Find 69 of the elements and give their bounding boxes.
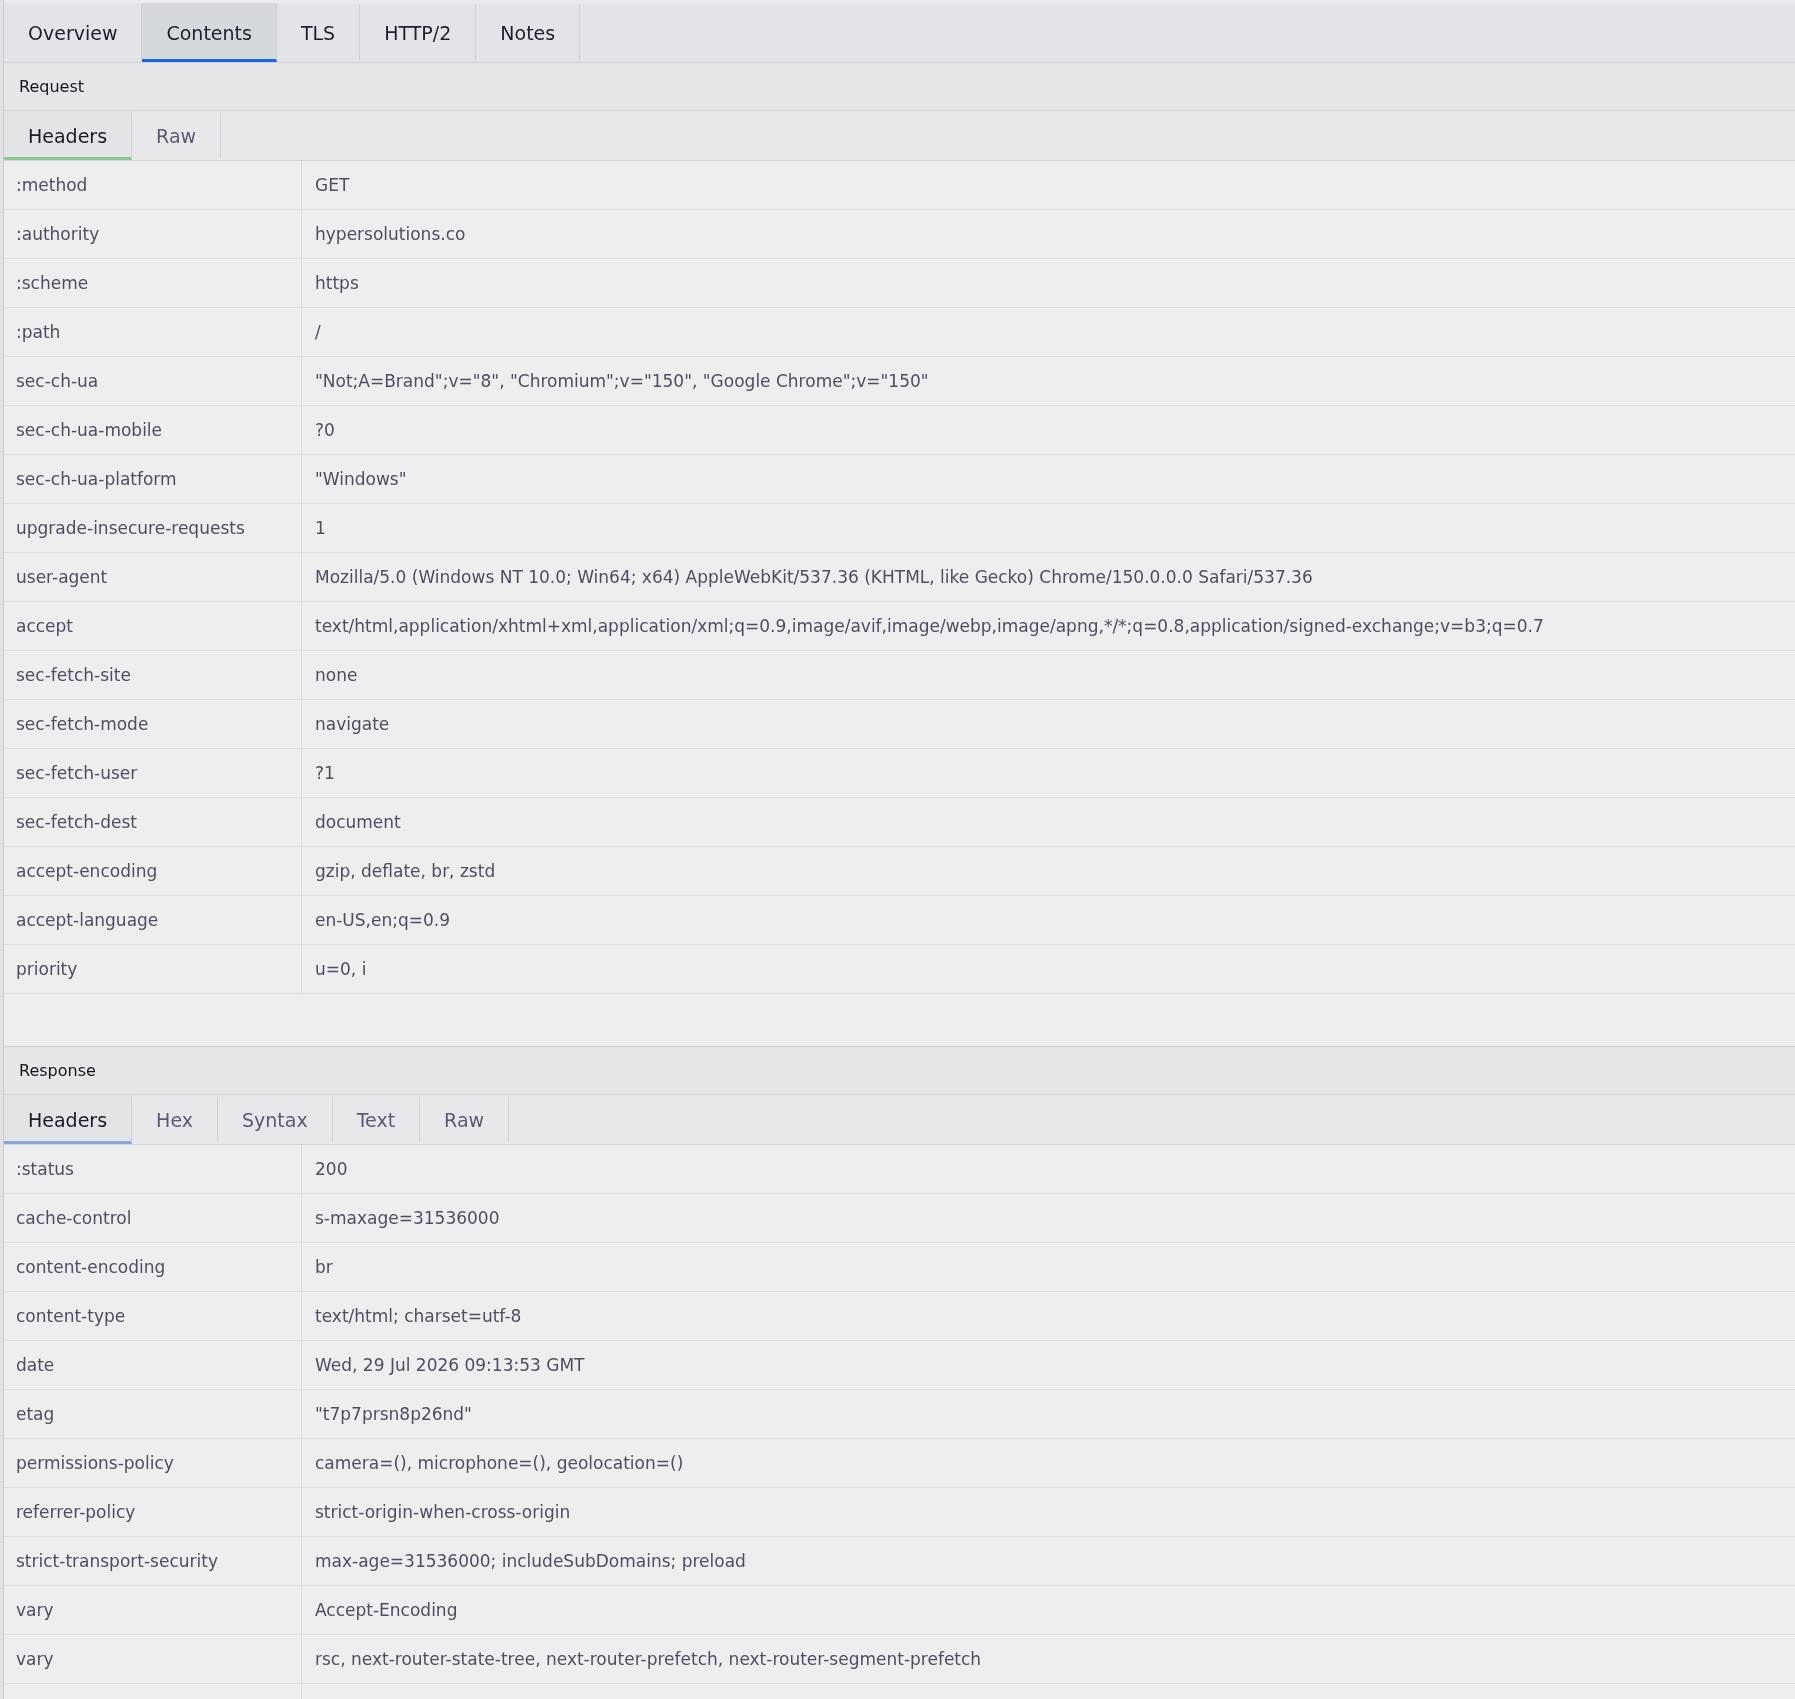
header-name: etag [16, 1404, 55, 1424]
header-value: text/html; charset=utf-8 [315, 1306, 522, 1326]
header-name: vary [16, 1649, 54, 1669]
header-value: 1 [315, 518, 326, 538]
header-name: accept-encoding [16, 861, 158, 881]
header-name: user-agent [16, 567, 108, 587]
header-value: max-age=31536000; includeSubDomains; preload [315, 1551, 746, 1571]
header-value: Accept-Encoding [315, 1600, 458, 1620]
header-name: priority [16, 959, 78, 979]
header-name: cache-control [16, 1208, 132, 1228]
sub-tab[interactable]: Raw [132, 111, 222, 160]
header-value: Wed, 29 Jul 2026 09:13:53 GMT [315, 1355, 585, 1375]
header-name: :method [16, 175, 88, 195]
header-name: accept-language [16, 910, 159, 930]
header-value: ?1 [315, 763, 335, 783]
sub-tab[interactable]: Hex [132, 1095, 218, 1144]
header-value: / [315, 322, 321, 342]
sub-tab[interactable]: Syntax [218, 1095, 333, 1144]
header-value: "t7p7prsn8p26nd" [315, 1404, 472, 1424]
header-name: sec-ch-ua-mobile [16, 420, 163, 440]
header-name: accept [16, 616, 74, 636]
section-title: Request [4, 63, 1795, 111]
header-value: GET [315, 175, 350, 195]
header-value: document [315, 812, 401, 832]
header-value: u=0, i [315, 959, 367, 979]
tab[interactable]: Notes [476, 3, 581, 62]
header-value: s-maxage=31536000 [315, 1208, 500, 1228]
header-value: "Windows" [315, 469, 407, 489]
sub-tab[interactable]: Headers [4, 1095, 133, 1144]
header-value: hypersolutions.co [315, 224, 466, 244]
sub-tab[interactable]: Headers [4, 111, 133, 160]
header-name: content-encoding [16, 1257, 166, 1277]
header-value: gzip, deflate, br, zstd [315, 861, 496, 881]
header-name: :scheme [16, 273, 89, 293]
header-name: sec-ch-ua [16, 371, 99, 391]
header-name: upgrade-insecure-requests [16, 518, 245, 538]
header-name: :status [16, 1159, 74, 1179]
header-name: permissions-policy [16, 1453, 174, 1473]
header-value: en-US,en;q=0.9 [315, 910, 451, 930]
tab[interactable]: HTTP/2 [360, 3, 477, 62]
header-value: 200 [315, 1159, 348, 1179]
header-value: ?0 [315, 420, 335, 440]
header-value: navigate [315, 714, 390, 734]
header-name: sec-fetch-site [16, 665, 131, 685]
header-name: sec-ch-ua-platform [16, 469, 177, 489]
header-value: strict-origin-when-cross-origin [315, 1502, 571, 1522]
header-name: date [16, 1355, 55, 1375]
header-value: "Not;A=Brand";v="8", "Chromium";v="150", "Google Chrome";v="150" [315, 371, 929, 391]
section-title: Response [4, 1047, 1795, 1095]
sub-tab[interactable]: Text [332, 1095, 421, 1144]
header-name: strict-transport-security [16, 1551, 218, 1571]
header-name: :authority [16, 224, 100, 244]
header-value: Mozilla/5.0 (Windows NT 10.0; Win64; x64) AppleWebKit/537.36 (KHTML, like Gecko) Chrome/150.0.0.0 Safari/537.36 [315, 567, 1313, 587]
header-name: :path [16, 322, 61, 342]
header-name: sec-fetch-mode [16, 714, 149, 734]
header-name: vary [16, 1600, 54, 1620]
header-name: content-type [16, 1306, 126, 1326]
header-name: referrer-policy [16, 1502, 136, 1522]
header-value: rsc, next-router-state-tree, next-router-prefetch, next-router-segment-prefetch [315, 1649, 982, 1669]
sub-tab[interactable]: Raw [420, 1095, 510, 1144]
header-value: camera=(), microphone=(), geolocation=() [315, 1453, 684, 1473]
header-value: text/html,application/xhtml+xml,application/xml;q=0.9,image/avif,image/webp,image/apng,*/*;q=0.8,application/signed-exchange;v=b3;q=0.7 [315, 616, 1544, 636]
tab[interactable]: TLS [276, 3, 361, 62]
header-value: br [315, 1257, 333, 1277]
header-name: sec-fetch-dest [16, 812, 137, 832]
header-name: sec-fetch-user [16, 763, 138, 783]
header-value: none [315, 665, 358, 685]
tab[interactable]: Contents [142, 3, 277, 62]
header-value: https [315, 273, 359, 293]
